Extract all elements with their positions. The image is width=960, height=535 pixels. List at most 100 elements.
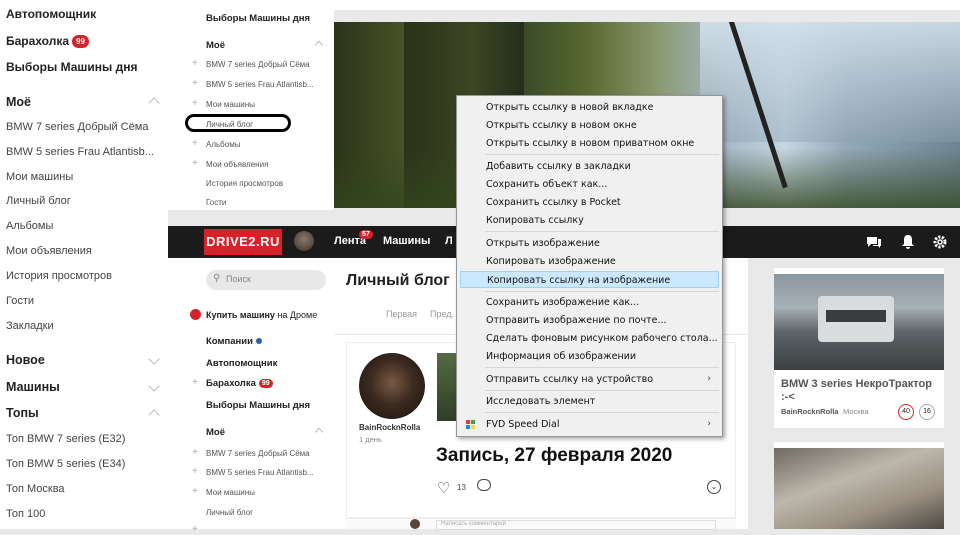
avatar[interactable]: [294, 231, 314, 251]
sidebar-item-history[interactable]: История просмотров: [6, 270, 112, 282]
submenu-arrow-icon: ›: [707, 374, 711, 384]
sidebar-item-vybory[interactable]: Выборы Машины дня: [6, 60, 137, 74]
sidebar-item-ads[interactable]: Мои объявления: [6, 245, 92, 257]
sidebar-item-label: Компании: [206, 336, 253, 347]
car-card-city: Москва: [843, 407, 869, 416]
sidebar-item-top-100[interactable]: Топ 100: [6, 508, 45, 520]
messages-icon[interactable]: [866, 234, 882, 250]
sidebar-item-blog[interactable]: Личный блог: [6, 195, 71, 207]
menu-fvd-speed-dial[interactable]: FVD Speed Dial ›: [460, 416, 719, 433]
menu-save-link-as[interactable]: Сохранить объект как...: [460, 176, 719, 193]
sidebar-item-ads[interactable]: Мои объявления: [206, 160, 268, 169]
menu-save-image-as[interactable]: Сохранить изображение как...: [460, 294, 719, 311]
section-moe-title[interactable]: Моё: [206, 427, 225, 438]
sidebar-item-vybory[interactable]: Выборы Машины дня: [206, 13, 310, 24]
menu-bookmark-link[interactable]: Добавить ссылку в закладки: [460, 158, 719, 175]
author-age: 1 день: [359, 435, 382, 444]
plus-icon: +: [192, 486, 198, 497]
car-card-title[interactable]: BMW 3 series НекроТрактор :-<: [781, 378, 941, 404]
sidebar-item-guests[interactable]: Гости: [6, 295, 34, 307]
fvd-speed-dial-icon: [466, 420, 476, 430]
menu-open-link-private[interactable]: Открыть ссылку в новом приватном окне: [460, 135, 719, 152]
sidebar-item-albums[interactable]: Альбомы: [206, 140, 240, 149]
sidebar-item-baraholka[interactable]: Барахолка 99: [6, 34, 89, 49]
sidebar-item-companies[interactable]: Компании: [206, 336, 262, 347]
car-photo[interactable]: [774, 448, 944, 529]
drive2-logo[interactable]: DRIVE2.RU: [204, 229, 282, 255]
menu-send-link-to-device[interactable]: Отправить ссылку на устройство ›: [460, 371, 719, 388]
car-photo[interactable]: [774, 274, 944, 370]
sidebar-item-bmw5[interactable]: BMW 5 series Frau Atlantisb...: [6, 146, 154, 158]
sidebar-item-bmw7[interactable]: BMW 7 series Добрый Сёма: [206, 60, 310, 69]
menu-copy-link[interactable]: Копировать ссылку: [460, 212, 719, 229]
author-name[interactable]: BainRocknRolla: [359, 423, 420, 432]
plus-icon: +: [192, 466, 198, 477]
menu-open-link-new-tab[interactable]: Открыть ссылку в новой вкладке: [460, 99, 719, 116]
plus-icon: +: [192, 524, 198, 535]
sidebar-item-blog[interactable]: Личный блог: [206, 508, 253, 517]
search-input[interactable]: ⚲ Поиск: [206, 270, 326, 290]
menu-separator: [485, 154, 719, 155]
sidebar-item-my-cars[interactable]: Мои машины: [206, 100, 255, 109]
avatar[interactable]: [359, 353, 425, 419]
sidebar-item-bookmarks[interactable]: Закладки: [6, 320, 54, 332]
search-placeholder: Поиск: [226, 274, 251, 284]
pager-prev[interactable]: Пред.: [430, 309, 454, 319]
sidebar-item-bmw7[interactable]: BMW 7 series Добрый Сёма: [206, 449, 310, 458]
nav-cars[interactable]: Машины: [383, 235, 430, 247]
car-card[interactable]: BMW 3 series НекроТрактор :-< BainRocknR…: [774, 268, 944, 428]
section-moe-title[interactable]: Моё: [206, 40, 225, 51]
pager-first[interactable]: Первая: [386, 309, 417, 319]
sidebar-item-bmw7[interactable]: BMW 7 series Добрый Сёма: [6, 121, 148, 133]
status-dot: [255, 338, 262, 344]
chevron-up-icon[interactable]: [314, 427, 324, 437]
car-card-author[interactable]: BainRocknRolla: [781, 407, 839, 416]
menu-open-link-new-window[interactable]: Открыть ссылку в новом окне: [460, 117, 719, 134]
sidebar-item-albums[interactable]: Альбомы: [6, 220, 53, 232]
car-card[interactable]: [774, 442, 944, 529]
sidebar-item-baraholka[interactable]: Барахолка 99: [206, 378, 273, 389]
sidebar-item-bmw5[interactable]: BMW 5 series Frau Atlantisb...: [206, 468, 314, 477]
chevron-down-icon[interactable]: [148, 353, 160, 365]
more-options-icon[interactable]: ⌄: [707, 480, 721, 494]
post-thumbnail[interactable]: [437, 353, 457, 421]
chevron-up-icon[interactable]: [148, 409, 160, 421]
sidebar-item-avtopomoshnik[interactable]: Автопомощник: [6, 7, 96, 21]
menu-copy-image-link[interactable]: Копировать ссылку на изображение: [460, 271, 719, 288]
menu-set-desktop-background[interactable]: Сделать фоновым рисунком рабочего стола.…: [460, 330, 719, 347]
section-topy[interactable]: Топы: [6, 406, 39, 420]
chevron-up-icon[interactable]: [314, 40, 324, 50]
buy-car-label: Купить машину: [206, 310, 275, 320]
gear-icon[interactable]: [932, 234, 948, 250]
menu-save-to-pocket[interactable]: Сохранить ссылку в Pocket: [460, 194, 719, 211]
nav-more[interactable]: Л: [445, 235, 453, 247]
chevron-up-icon[interactable]: [148, 97, 160, 109]
sidebar-item-top-e34[interactable]: Топ BMW 5 series (E34): [6, 458, 125, 470]
sidebar-item-my-cars[interactable]: Мои машины: [206, 488, 255, 497]
sidebar-item-my-cars[interactable]: Мои машины: [6, 171, 73, 183]
chevron-down-icon[interactable]: [148, 380, 160, 392]
sidebar-item-vybory[interactable]: Выборы Машины дня: [206, 400, 310, 411]
section-moe-title[interactable]: Моё: [6, 95, 31, 109]
sidebar-item-avtopomoshnik[interactable]: Автопомощник: [206, 358, 277, 369]
sidebar-item-history[interactable]: История просмотров: [206, 179, 283, 188]
sidebar-item-guests[interactable]: Гости: [206, 198, 226, 207]
heart-icon[interactable]: ♡: [437, 479, 450, 497]
buy-car-link[interactable]: Купить машину на Дроме: [206, 310, 317, 320]
menu-email-image[interactable]: Отправить изображение по почте...: [460, 312, 719, 329]
post-title[interactable]: Запись, 27 февраля 2020: [436, 445, 672, 467]
bell-icon[interactable]: [900, 234, 916, 250]
sidebar-item-top-moscow[interactable]: Топ Москва: [6, 483, 65, 495]
menu-image-info[interactable]: Информация об изображении: [460, 348, 719, 365]
sidebar-item-top-e32[interactable]: Топ BMW 7 series (E32): [6, 433, 125, 445]
comment-icon[interactable]: [477, 479, 491, 491]
menu-inspect-element[interactable]: Исследовать элемент: [460, 393, 719, 410]
sidebar-item-bmw5[interactable]: BMW 5 series Frau Atlantisb...: [206, 80, 314, 89]
section-novoe[interactable]: Новое: [6, 353, 45, 367]
context-menu: Открыть ссылку в новой вкладке Открыть с…: [456, 95, 723, 437]
plus-icon: +: [192, 78, 198, 89]
section-mashiny[interactable]: Машины: [6, 380, 60, 394]
menu-open-image[interactable]: Открыть изображение: [460, 235, 719, 252]
menu-copy-image[interactable]: Копировать изображение: [460, 253, 719, 270]
submenu-arrow-icon: ›: [707, 419, 711, 429]
